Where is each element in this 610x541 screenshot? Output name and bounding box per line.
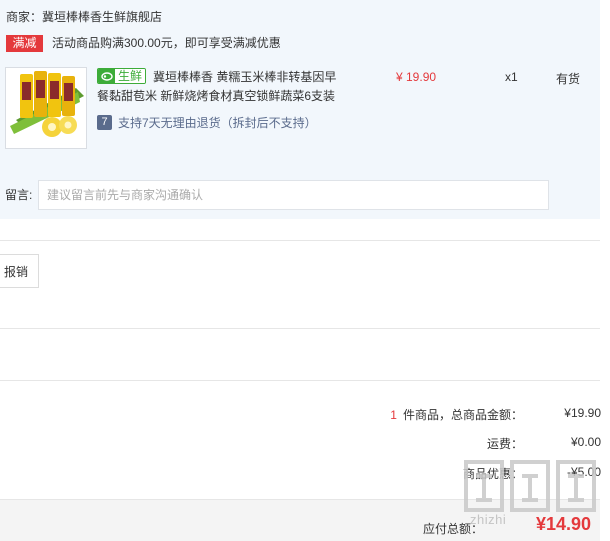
payable-amount: ¥14.90 — [535, 514, 591, 534]
stock-status: 有货 — [556, 72, 581, 86]
goods-total-row: 1 件商品，总商品金额： ¥19.90 — [390, 406, 601, 423]
fresh-food-icon — [98, 69, 115, 83]
discount-label: 商品优惠： — [462, 467, 523, 481]
shipping-row: 运费： ¥0.00 — [487, 435, 601, 452]
shipping-label: 运费： — [486, 437, 523, 451]
discount-value: -¥5.00 — [566, 465, 601, 479]
invoice-button[interactable]: 报销 — [0, 254, 39, 288]
message-label: 留言: — [5, 188, 33, 202]
unit-price: ¥ 19.90 — [396, 70, 437, 84]
shipping-value: ¥0.00 — [570, 435, 601, 449]
fresh-tag-label: 生鲜 — [115, 69, 146, 83]
divider — [0, 240, 600, 241]
discount-row: 商品优惠： -¥5.00 — [463, 465, 601, 482]
divider — [0, 328, 600, 329]
return-policy-text: 支持7天无理由退货（拆封后不支持） — [118, 116, 317, 130]
goods-total-value: ¥19.90 — [564, 406, 601, 420]
payable-label: 应付总额： — [422, 522, 483, 536]
payment-bar: 应付总额： ¥14.90 — [0, 499, 600, 541]
product-thumbnail[interactable] — [5, 67, 87, 149]
goods-total-label: 件商品，总商品金额： — [402, 408, 523, 422]
seller-name[interactable]: 商家：冀垣棒棒香生鲜旗舰店 — [6, 8, 162, 25]
fresh-tag: 生鲜 — [97, 68, 147, 84]
return-policy: 7 支持7天无理由退货（拆封后不支持） — [97, 114, 317, 131]
quantity: x1 — [505, 70, 518, 84]
message-input[interactable] — [38, 180, 549, 210]
order-block: 商家：冀垣棒棒香生鲜旗舰店 满减 活动商品购满300.00元，即可享受满减优惠 … — [0, 0, 600, 219]
promo-text: 活动商品购满300.00元，即可享受满减优惠 — [52, 36, 281, 50]
item-count: 1 — [390, 408, 397, 422]
divider — [0, 380, 600, 381]
return-policy-icon: 7 — [97, 115, 112, 130]
promo-badge: 满减 — [6, 35, 43, 52]
